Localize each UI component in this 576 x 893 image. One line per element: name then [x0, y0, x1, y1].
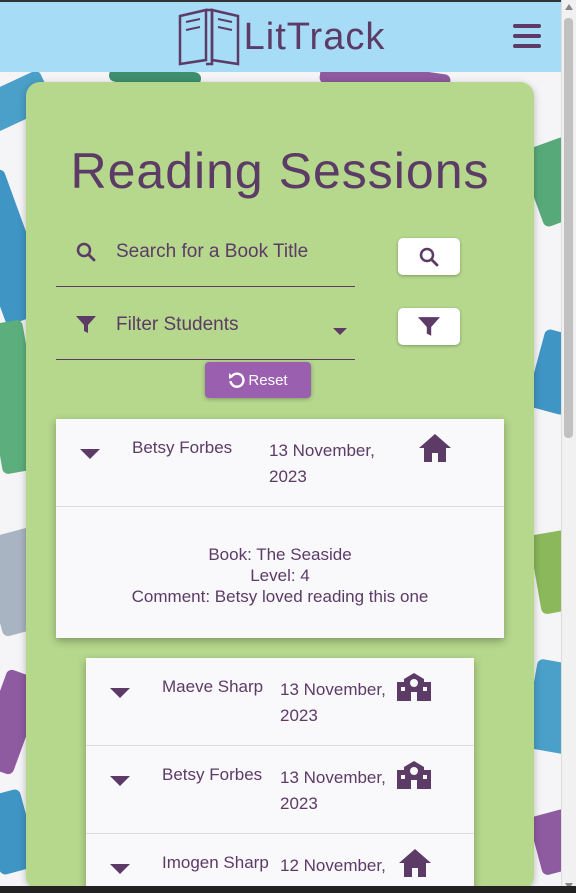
session-date: 13 November, 2023	[280, 680, 386, 725]
scrollbar-thumb[interactable]	[564, 18, 573, 438]
student-name: Maeve Sharp	[162, 677, 264, 696]
home-icon	[418, 433, 452, 467]
search-field[interactable]: Search for a Book Title	[56, 217, 355, 287]
chevron-down-icon[interactable]	[80, 449, 100, 459]
session-book: Book: The Seaside	[208, 544, 352, 564]
filter-icon	[56, 315, 116, 334]
chevron-down-icon	[333, 328, 347, 335]
student-name: Betsy Forbes	[132, 438, 233, 457]
scroll-up-icon[interactable]	[565, 4, 573, 10]
reset-button[interactable]: Reset	[205, 362, 311, 398]
session-comment: Comment: Betsy loved reading this one	[131, 586, 429, 606]
chevron-down-icon[interactable]	[110, 688, 130, 698]
session-row[interactable]: Betsy Forbes 13 November, 2023	[56, 419, 504, 507]
menu-icon[interactable]	[513, 24, 541, 48]
filter-icon	[418, 316, 440, 336]
bottom-edge	[0, 886, 576, 893]
search-input[interactable]: Search for a Book Title	[116, 241, 308, 263]
search-button[interactable]	[398, 238, 460, 275]
reading-sessions-panel: Reading Sessions Search for a Book Title…	[26, 82, 534, 890]
filter-button[interactable]	[398, 308, 460, 345]
school-icon	[396, 760, 432, 794]
chevron-down-icon[interactable]	[110, 864, 130, 874]
brand-name: LitTrack	[243, 15, 386, 58]
home-icon	[398, 848, 432, 882]
student-name: Imogen Sharp	[162, 853, 269, 872]
session-level: Level: 4	[250, 565, 310, 585]
school-icon	[396, 672, 432, 706]
session-date: 13 November, 2023	[269, 441, 375, 486]
chevron-down-icon[interactable]	[110, 776, 130, 786]
sessions-list-card: Maeve Sharp 13 November, 2023 Betsy Forb…	[86, 658, 474, 890]
session-date: 13 November, 2023	[280, 768, 386, 813]
session-card-expanded[interactable]: Betsy Forbes 13 November, 2023 Book: The…	[56, 419, 504, 638]
student-filter-select[interactable]: Filter Students	[56, 290, 355, 360]
session-date: 12 November,	[280, 856, 386, 875]
session-row[interactable]: Maeve Sharp 13 November, 2023	[86, 658, 474, 746]
search-icon	[56, 242, 116, 262]
open-book-logo-icon	[178, 8, 239, 66]
top-navbar: LitTrack	[0, 0, 561, 72]
page-scrollbar[interactable]	[561, 0, 576, 893]
brand-logo[interactable]: LitTrack	[176, 6, 386, 68]
session-row[interactable]: Imogen Sharp 12 November,	[86, 834, 474, 890]
page-title: Reading Sessions	[70, 143, 490, 199]
session-row[interactable]: Betsy Forbes 13 November, 2023	[86, 746, 474, 834]
search-icon	[419, 247, 439, 266]
reset-label: Reset	[248, 371, 288, 389]
student-name: Betsy Forbes	[162, 765, 263, 784]
session-details: Book: The Seaside Level: 4 Comment: Bets…	[56, 507, 504, 637]
filter-label: Filter Students	[116, 313, 239, 335]
reset-icon	[229, 372, 246, 388]
